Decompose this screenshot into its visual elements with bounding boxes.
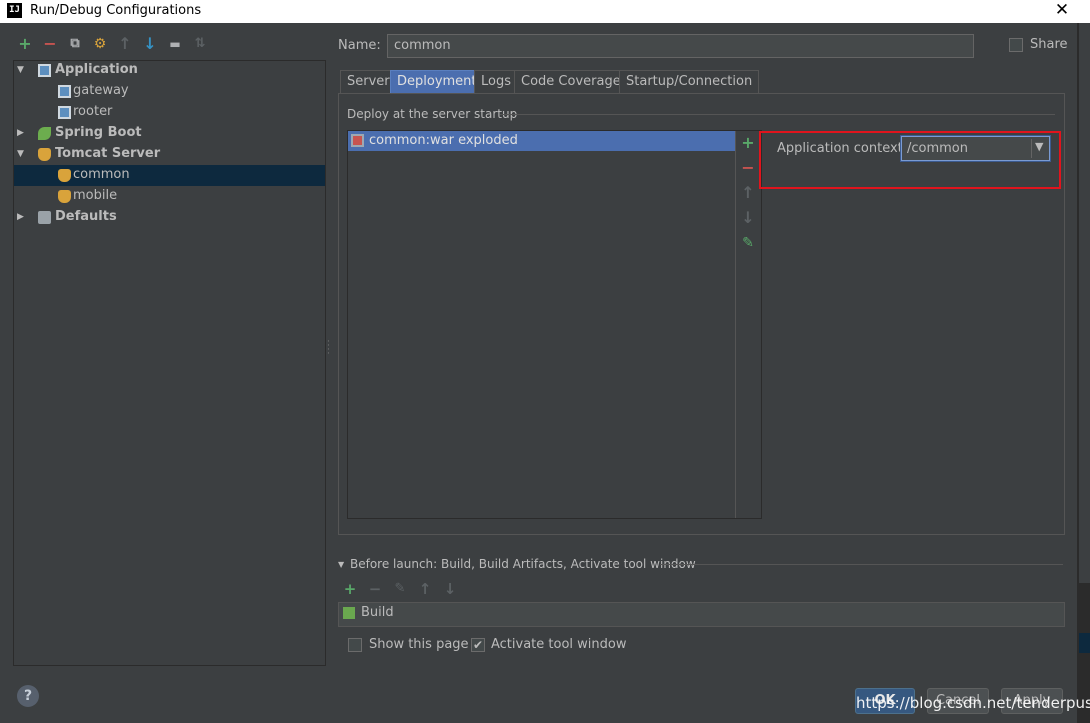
- show-this-page-checkbox[interactable]: [348, 638, 362, 652]
- tree-item-defaults[interactable]: ▶ Defaults: [14, 207, 325, 228]
- application-context-combobox[interactable]: /common ▼: [901, 136, 1050, 161]
- folder-icon[interactable]: ▬: [167, 36, 183, 52]
- tree-item-tomcat-server[interactable]: ▼ Tomcat Server: [14, 144, 325, 165]
- add-artifact-icon[interactable]: +: [740, 135, 756, 151]
- background-window-selection: [1079, 633, 1090, 653]
- expand-arrow-icon[interactable]: ▼: [17, 60, 27, 81]
- application-icon: [38, 64, 51, 77]
- tree-item-label: Application: [55, 62, 138, 77]
- background-window-edge: [1077, 23, 1090, 723]
- application-icon: [58, 106, 71, 119]
- move-up-icon[interactable]: ↑: [117, 36, 133, 52]
- activate-tool-window-label[interactable]: Activate tool window: [491, 637, 626, 652]
- title-bar: IJ Run/Debug Configurations ✕: [0, 0, 1090, 23]
- tab-startup-connection[interactable]: Startup/Connection: [619, 70, 760, 93]
- edit-artifact-icon[interactable]: ✎: [740, 235, 756, 251]
- before-launch-toggle-icon[interactable]: ▼: [338, 560, 344, 569]
- add-task-icon[interactable]: +: [342, 581, 358, 597]
- remove-task-icon[interactable]: −: [367, 581, 383, 597]
- name-input[interactable]: common: [387, 34, 974, 58]
- tree-item-label: Tomcat Server: [55, 146, 161, 161]
- tree-item-label: Defaults: [55, 209, 117, 224]
- close-icon[interactable]: ✕: [1051, 0, 1073, 23]
- tree-item-label: common: [73, 167, 130, 182]
- artifact-label: common:war exploded: [369, 133, 518, 148]
- move-task-up-icon[interactable]: ↑: [417, 581, 433, 597]
- dropdown-arrow-icon[interactable]: ▼: [1035, 140, 1043, 153]
- add-configuration-icon[interactable]: +: [17, 36, 33, 52]
- tab-code-coverage[interactable]: Code Coverage: [514, 70, 628, 93]
- edit-defaults-icon[interactable]: ⚙: [92, 36, 108, 52]
- move-artifact-up-icon[interactable]: ↑: [740, 185, 756, 201]
- tab-server[interactable]: Server: [340, 70, 397, 93]
- war-artifact-icon: [351, 134, 364, 147]
- configuration-tree[interactable]: ▼ Application gateway rooter ▶ Spring Bo…: [13, 60, 326, 666]
- tomcat-icon: [38, 148, 51, 161]
- tree-item-label: gateway: [73, 83, 129, 98]
- tree-item-label: Spring Boot: [55, 125, 142, 140]
- move-task-down-icon[interactable]: ↓: [442, 581, 458, 597]
- tab-deployment[interactable]: Deployment: [390, 70, 484, 93]
- splitter-handle[interactable]: · · · ·: [327, 338, 330, 359]
- tree-item-mobile[interactable]: mobile: [14, 186, 325, 207]
- artifact-list[interactable]: [347, 130, 762, 519]
- separator: [1031, 139, 1032, 158]
- before-launch-label[interactable]: Before launch: Build, Build Artifacts, A…: [350, 557, 696, 571]
- move-artifact-down-icon[interactable]: ↓: [740, 210, 756, 226]
- tab-logs[interactable]: Logs: [474, 70, 518, 93]
- artifact-row[interactable]: common:war exploded: [348, 131, 735, 151]
- separator: [660, 564, 1063, 565]
- spring-boot-icon: [38, 127, 51, 140]
- application-icon: [58, 85, 71, 98]
- tree-item-application[interactable]: ▼ Application: [14, 60, 325, 81]
- edit-task-icon[interactable]: ✎: [392, 581, 408, 597]
- share-checkbox[interactable]: [1009, 38, 1023, 52]
- tomcat-icon: [58, 169, 71, 182]
- tree-item-spring-boot[interactable]: ▶ Spring Boot: [14, 123, 325, 144]
- share-label[interactable]: Share: [1030, 37, 1068, 52]
- tomcat-icon: [58, 190, 71, 203]
- watermark: https://blog.csdn.net/tenderpuss: [856, 694, 1090, 712]
- collapse-arrow-icon[interactable]: ▶: [17, 123, 27, 144]
- tree-item-label: mobile: [73, 188, 118, 203]
- before-launch-list[interactable]: Build: [338, 602, 1065, 627]
- activate-tool-window-checkbox[interactable]: ✔: [471, 638, 485, 652]
- copy-configuration-icon[interactable]: ⧉: [67, 36, 83, 52]
- application-context-value[interactable]: /common: [907, 141, 968, 156]
- help-icon[interactable]: ?: [17, 685, 39, 707]
- show-this-page-label[interactable]: Show this page: [369, 637, 469, 652]
- expand-arrow-icon[interactable]: ▼: [17, 144, 27, 165]
- tree-item-common[interactable]: common: [14, 165, 325, 186]
- remove-artifact-icon[interactable]: −: [740, 160, 756, 176]
- defaults-icon: [38, 211, 51, 224]
- deploy-heading: Deploy at the server startup: [347, 107, 518, 121]
- tree-item-label: rooter: [73, 104, 113, 119]
- remove-configuration-icon[interactable]: −: [42, 36, 58, 52]
- name-label: Name:: [338, 38, 381, 53]
- move-down-icon[interactable]: ↓: [142, 36, 158, 52]
- tree-item-rooter[interactable]: rooter: [14, 102, 325, 123]
- sort-icon[interactable]: ⇅: [192, 36, 208, 52]
- application-context-label: Application context:: [777, 141, 908, 156]
- separator: [735, 131, 736, 518]
- window-title: Run/Debug Configurations: [30, 3, 202, 18]
- separator: [500, 114, 1055, 115]
- tree-item-gateway[interactable]: gateway: [14, 81, 325, 102]
- background-window-panel: [1079, 23, 1090, 583]
- collapse-arrow-icon[interactable]: ▶: [17, 207, 27, 228]
- build-icon: [343, 607, 355, 619]
- before-launch-item[interactable]: Build: [361, 605, 394, 620]
- intellij-app-icon: IJ: [7, 3, 22, 18]
